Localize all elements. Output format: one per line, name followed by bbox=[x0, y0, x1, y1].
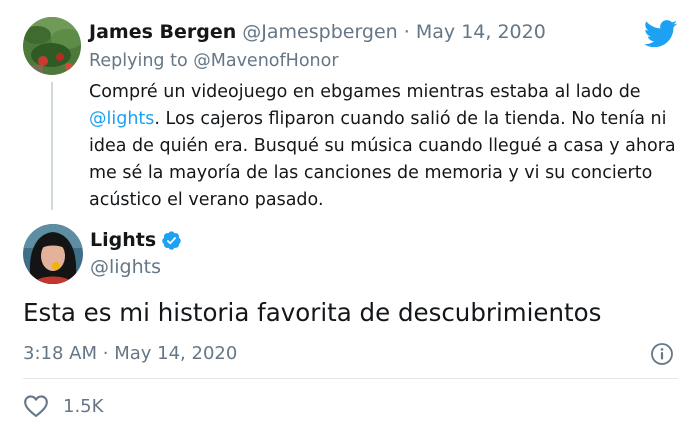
main-author-name[interactable]: Lights bbox=[90, 229, 156, 251]
main-author-handle[interactable]: @lights bbox=[90, 256, 161, 278]
reply-date[interactable]: May 14, 2020 bbox=[416, 21, 546, 43]
replying-to-label: Replying to bbox=[89, 51, 188, 71]
likes-row[interactable]: 1.5K bbox=[23, 394, 103, 418]
twitter-bird-icon[interactable] bbox=[644, 20, 678, 48]
info-icon[interactable] bbox=[650, 342, 674, 366]
main-tweet-text: Esta es mi historia favorita de descubri… bbox=[23, 298, 602, 327]
james-bergen-avatar[interactable] bbox=[23, 17, 81, 75]
replying-to-line: Replying to @MavenofHonor bbox=[89, 51, 339, 71]
thread-connector-line bbox=[51, 82, 53, 210]
reply-text-start: Compré un videojuego en ebgames mientras… bbox=[89, 82, 641, 102]
tweet-date[interactable]: May 14, 2020 bbox=[114, 343, 237, 364]
replying-to-handle[interactable]: @MavenofHonor bbox=[193, 51, 338, 71]
reply-tweet-header: James Bergen @Jamespbergen · May 14, 202… bbox=[89, 21, 546, 43]
mention-link[interactable]: @lights bbox=[89, 109, 154, 129]
tweet-time[interactable]: 3:18 AM bbox=[23, 343, 97, 364]
lights-avatar[interactable] bbox=[23, 224, 83, 284]
divider bbox=[23, 378, 678, 379]
timestamp-row[interactable]: 3:18 AM · May 14, 2020 bbox=[23, 343, 237, 364]
reply-separator: · bbox=[403, 21, 410, 43]
heart-icon[interactable] bbox=[23, 394, 49, 418]
likes-count: 1.5K bbox=[63, 395, 104, 417]
timestamp-separator: · bbox=[102, 343, 109, 364]
reply-author-name[interactable]: James Bergen bbox=[89, 21, 236, 43]
reply-tweet-text: Compré un videojuego en ebgames mientras… bbox=[89, 79, 689, 214]
main-author-row: Lights bbox=[90, 229, 182, 251]
reply-text-end: . Los cajeros fliparon cuando salió de l… bbox=[89, 109, 676, 210]
reply-author-handle[interactable]: @Jamespbergen bbox=[242, 21, 397, 43]
verified-badge-icon bbox=[162, 230, 181, 250]
